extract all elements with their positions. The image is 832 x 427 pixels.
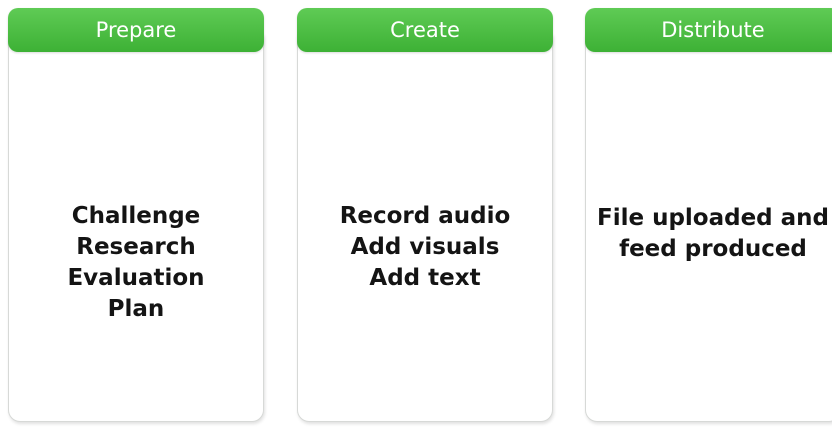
step-text: Record audio: [339, 203, 511, 229]
step-text: Challenge: [71, 203, 201, 229]
stage-title: Prepare: [95, 18, 177, 42]
step-text: Add visuals: [350, 234, 500, 260]
stage-steps: Challenge Research Evaluation Plan: [8, 201, 264, 325]
step-text: Add text: [369, 265, 481, 291]
step-text: Evaluation: [67, 265, 205, 291]
stage-steps: Record audio Add visuals Add text: [297, 201, 553, 294]
stage-prepare: Prepare Challenge Research Evaluation Pl…: [8, 8, 264, 422]
step-text: File uploaded and: [596, 205, 830, 231]
stage-header: Prepare: [8, 8, 264, 52]
stage-title: Distribute: [661, 18, 765, 42]
step-text: feed produced: [619, 236, 807, 262]
stage-header: Distribute: [585, 8, 832, 52]
process-diagram: Prepare Challenge Research Evaluation Pl…: [0, 0, 832, 427]
step-text: Plan: [107, 296, 165, 322]
stage-distribute: Distribute File uploaded and feed produc…: [585, 8, 832, 422]
stage-header: Create: [297, 8, 553, 52]
stage-title: Create: [390, 18, 460, 42]
stage-create: Create Record audio Add visuals Add text: [297, 8, 553, 422]
stage-steps: File uploaded and feed produced: [585, 203, 832, 265]
step-text: Research: [76, 234, 196, 260]
